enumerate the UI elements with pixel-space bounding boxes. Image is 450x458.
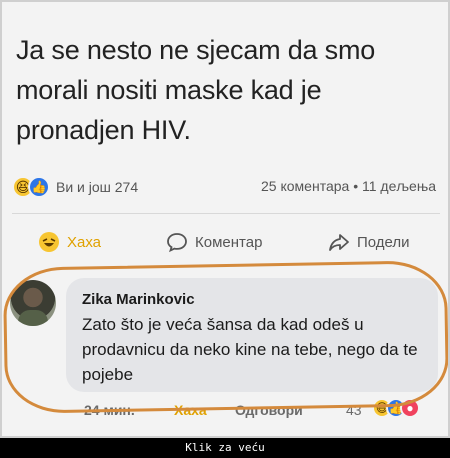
share-label: Подели [357,233,410,251]
footer-caption[interactable]: Klik za veću [0,438,450,458]
share-icon [328,231,350,253]
reaction-count-label: Ви и још 274 [56,179,139,195]
share-button[interactable]: Подели [328,228,410,256]
comment-reply-button[interactable]: Одговори [235,402,303,418]
comments-shares-count[interactable]: 25 коментара • 11 дељења [261,178,436,194]
comment-author[interactable]: Zika Marinkovic [82,291,195,308]
comment-label: Коментар [195,233,263,251]
comment-reaction-count: 43 [346,402,362,418]
comment-button[interactable]: Коментар [166,228,262,256]
angry-reaction-icon: ● [400,398,420,418]
like-reaction-icon: 👍 [28,176,50,198]
post-stats: 😆 👍 Ви и још 274 25 коментара • 11 дељењ… [12,174,442,200]
comment-bubble: Zika Marinkovic Zato što je veća šansa d… [66,278,438,392]
comment-haha-button[interactable]: Хаха [174,402,207,418]
comment-time[interactable]: 24 мин. [84,402,135,418]
post-text: Ja se nesto ne sjecam da smo morali nosi… [16,35,376,145]
divider [12,213,440,214]
reaction-summary[interactable]: 😆 👍 Ви и још 274 [12,176,138,198]
haha-reaction-button[interactable]: Хаха [38,228,101,256]
post-action-bar: Хаха Коментар Подели [2,228,448,258]
comment-text: Zato što je veća šansa da kad odeš u pro… [82,315,418,384]
haha-icon [38,231,60,253]
comment-meta: 24 мин. Хаха Одговори 43 😆 👍 ● [2,398,448,420]
avatar[interactable] [10,280,56,326]
comment-reactions[interactable]: 😆 👍 ● [372,398,420,418]
haha-label: Хаха [67,233,102,251]
comment-icon [166,231,188,253]
screenshot-frame: Ja se nesto ne sjecam da smo morali nosi… [0,0,450,438]
